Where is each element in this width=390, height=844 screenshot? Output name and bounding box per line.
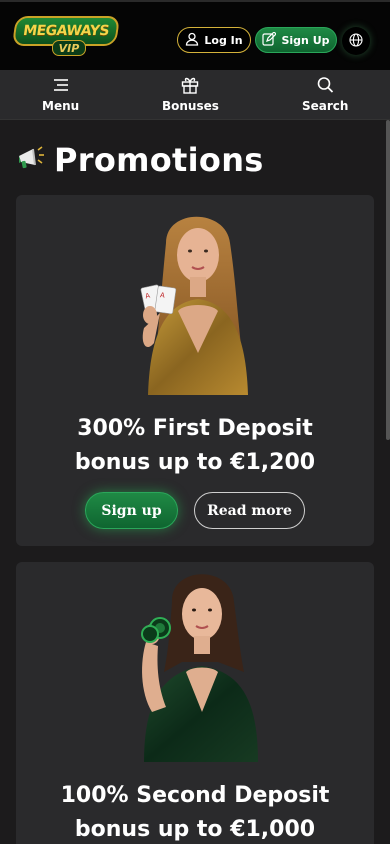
menu-icon (51, 76, 71, 99)
language-button[interactable] (342, 27, 370, 55)
megaways-vip-logo[interactable]: MEGAWAYS VIP (11, 16, 121, 56)
signup-label: Sign Up (281, 33, 330, 47)
nav-bonuses[interactable]: Bonuses (162, 76, 219, 113)
page-title-row: Promotions (16, 140, 264, 180)
search-icon (315, 76, 335, 99)
promo-read-more-button[interactable]: Read more (194, 492, 305, 529)
page-scrollbar[interactable] (386, 120, 390, 440)
login-button[interactable]: Log In (177, 27, 251, 53)
signup-button[interactable]: Sign Up (255, 27, 337, 53)
top-header: MEGAWAYS VIP Log In Sign Up (0, 0, 390, 70)
megaphone-icon (16, 143, 46, 177)
main-nav: Menu Bonuses Search (0, 70, 390, 120)
nav-search[interactable]: Search (302, 76, 348, 113)
login-label: Log In (204, 33, 243, 47)
promo-image-woman-cards: A A (126, 203, 266, 395)
user-icon (185, 32, 199, 49)
nav-bonuses-label: Bonuses (162, 99, 219, 113)
globe-icon (349, 32, 363, 51)
promo-title-line-2: bonus up to €1,200 (74, 450, 316, 475)
promo-title-line-1: 100% Second Deposit (60, 783, 330, 808)
logo-vip-badge: VIP (52, 40, 86, 56)
gift-icon (180, 76, 200, 99)
promo-title-line-2: bonus up to €1,000 (74, 817, 316, 842)
promo-title: 100% Second Deposit bonus up to €1,000 (16, 779, 374, 844)
nav-menu-label: Menu (42, 99, 80, 113)
promo-card: 100% Second Deposit bonus up to €1,000 (16, 562, 374, 844)
edit-icon (262, 30, 278, 49)
page-title: Promotions (54, 141, 264, 179)
promo-title: 300% First Deposit bonus up to €1,200 (16, 412, 374, 480)
promo-image-woman-chip (122, 562, 272, 762)
nav-search-label: Search (302, 99, 349, 113)
nav-menu[interactable]: Menu (42, 76, 79, 113)
promo-title-line-1: 300% First Deposit (77, 416, 313, 441)
promo-card: A A 300% First Deposit bonus up to €1,20… (16, 195, 374, 546)
promo-signup-button[interactable]: Sign up (85, 492, 178, 529)
